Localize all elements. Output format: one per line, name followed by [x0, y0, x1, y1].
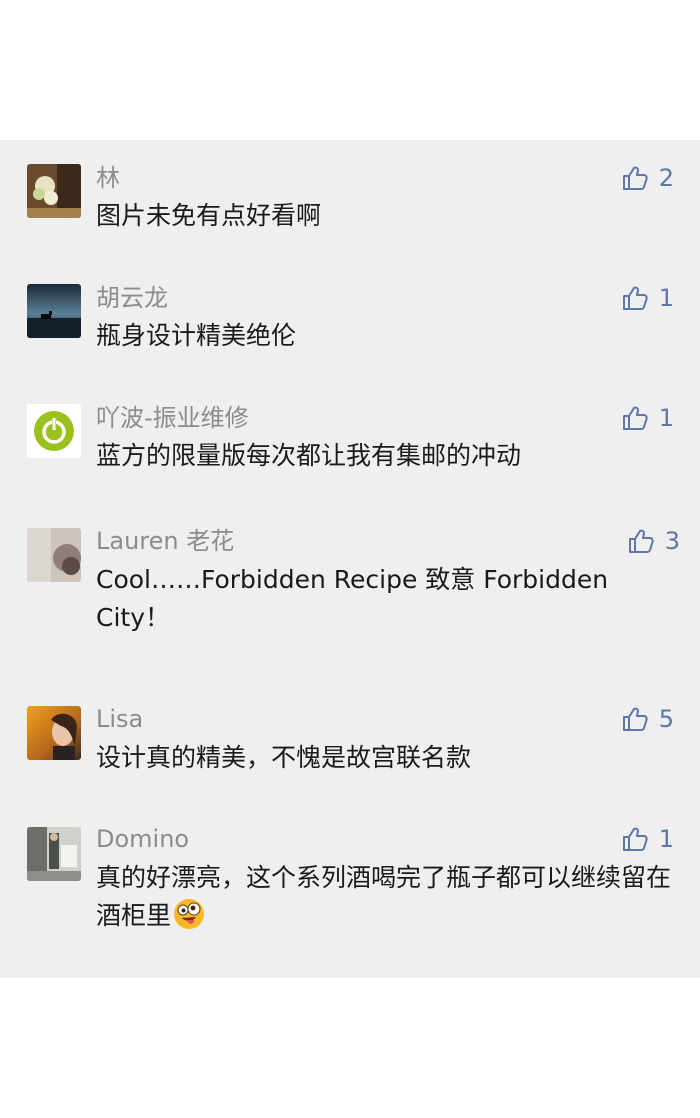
comment-text: 瓶身设计精美绝伦 [96, 321, 297, 350]
crazy-face-emoji [174, 899, 205, 929]
thumbs-up-icon [622, 707, 648, 731]
comment-text: 真的好漂亮，这个系列酒喝完了瓶子都可以继续留在酒柜里 [96, 859, 680, 935]
thumbs-up-icon [622, 166, 648, 190]
avatar[interactable] [27, 164, 81, 218]
like-count: 5 [658, 705, 674, 733]
comment-text: 图片未免有点好看啊 [96, 201, 322, 230]
like-count: 3 [664, 527, 680, 555]
avatar[interactable] [27, 827, 81, 881]
like-button[interactable]: 3 [627, 525, 680, 557]
comment-author[interactable]: Lisa [96, 703, 143, 735]
like-count: 1 [658, 284, 674, 312]
thumbs-up-icon [628, 529, 654, 553]
comment-author[interactable]: Domino [96, 823, 189, 855]
avatar[interactable] [27, 528, 81, 582]
comment-author[interactable]: 林 [96, 162, 120, 194]
thumbs-up-icon [622, 286, 648, 310]
comment-text: Cool……Forbidden Recipe 致意 Forbidden City… [96, 565, 609, 632]
comment-text: 蓝方的限量版每次都让我有集邮的冲动 [96, 441, 522, 470]
comment-author[interactable]: Lauren 老花 [96, 525, 234, 557]
like-count: 2 [658, 164, 674, 192]
thumbs-up-icon [622, 406, 648, 430]
comment-text: 设计真的精美，不愧是故宫联名款 [96, 743, 472, 772]
like-button[interactable]: 5 [621, 703, 674, 735]
like-button[interactable]: 2 [621, 162, 674, 194]
like-button[interactable]: 1 [621, 402, 674, 434]
like-button[interactable]: 1 [621, 823, 674, 855]
avatar[interactable] [27, 706, 81, 760]
avatar[interactable] [27, 284, 81, 338]
like-count: 1 [658, 404, 674, 432]
avatar[interactable] [27, 404, 81, 458]
like-count: 1 [658, 825, 674, 853]
comment-author[interactable]: 胡云龙 [96, 282, 168, 314]
comments-panel: 林 图片未免有点好看啊 2 胡云龙 瓶身设计精美绝伦 1 吖波-振业维修 蓝方的… [0, 140, 700, 978]
like-button[interactable]: 1 [621, 282, 674, 314]
thumbs-up-icon [622, 827, 648, 851]
comment-author[interactable]: 吖波-振业维修 [96, 402, 249, 434]
